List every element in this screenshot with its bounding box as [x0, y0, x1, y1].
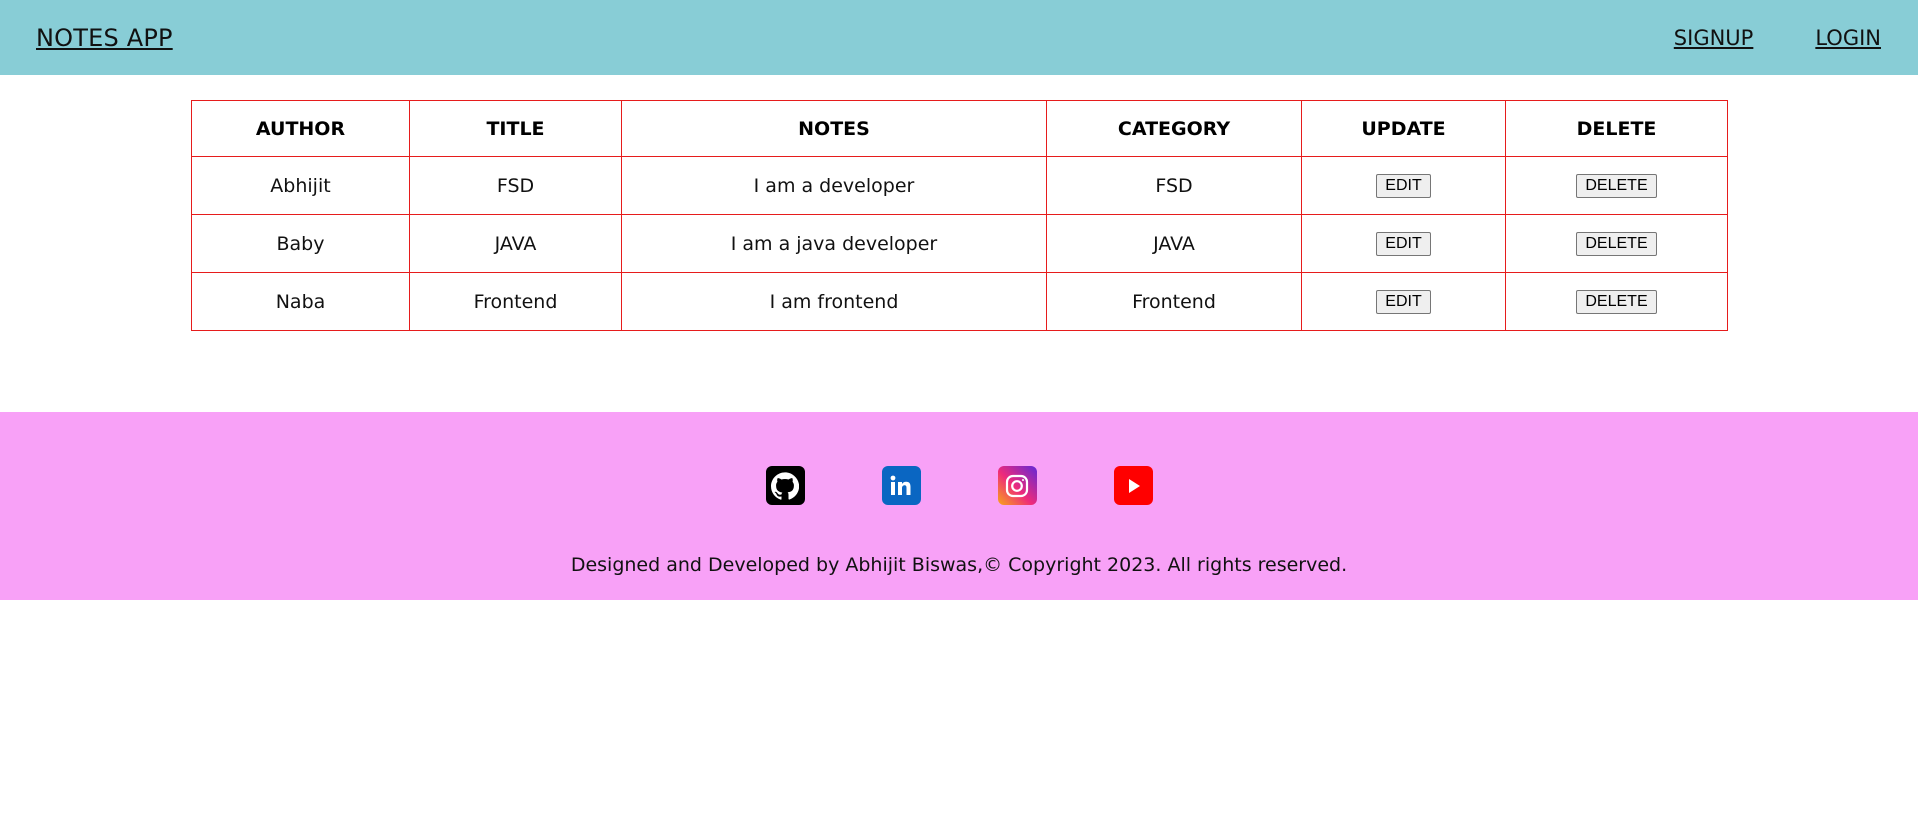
brand-link[interactable]: NOTES APP — [36, 24, 173, 52]
delete-button[interactable]: DELETE — [1576, 290, 1657, 314]
cell-category: JAVA — [1046, 214, 1302, 273]
cell-title: Frontend — [409, 272, 622, 331]
table-row: Baby JAVA I am a java developer JAVA EDI… — [191, 214, 1728, 273]
cell-update: EDIT — [1301, 272, 1506, 331]
cell-delete: DELETE — [1505, 272, 1728, 331]
cell-author: Baby — [191, 214, 410, 273]
delete-button[interactable]: DELETE — [1576, 232, 1657, 256]
cell-title: FSD — [409, 156, 622, 215]
signup-link[interactable]: SIGNUP — [1674, 26, 1754, 50]
social-links — [765, 466, 1153, 505]
cell-delete: DELETE — [1505, 156, 1728, 215]
github-icon[interactable] — [765, 466, 805, 505]
notes-table-container: AUTHOR TITLE NOTES CATEGORY UPDATE DELET… — [191, 100, 1728, 390]
table-row: Abhijit FSD I am a developer FSD EDIT DE… — [191, 156, 1728, 215]
cell-update: EDIT — [1301, 156, 1506, 215]
footer: Designed and Developed by Abhijit Biswas… — [0, 412, 1918, 600]
cell-notes: I am a developer — [621, 156, 1047, 215]
table-row: Naba Frontend I am frontend Frontend EDI… — [191, 272, 1728, 331]
column-header-category: CATEGORY — [1046, 100, 1302, 157]
edit-button[interactable]: EDIT — [1376, 290, 1431, 314]
table-header-row: AUTHOR TITLE NOTES CATEGORY UPDATE DELET… — [191, 100, 1728, 157]
cell-notes: I am a java developer — [621, 214, 1047, 273]
column-header-delete: DELETE — [1505, 100, 1728, 157]
instagram-icon[interactable] — [997, 466, 1037, 505]
copyright-text: Designed and Developed by Abhijit Biswas… — [570, 554, 1348, 576]
column-header-title: TITLE — [409, 100, 622, 157]
nav-links: SIGNUP LOGIN — [1674, 26, 1881, 50]
cell-author: Naba — [191, 272, 410, 331]
edit-button[interactable]: EDIT — [1376, 232, 1431, 256]
edit-button[interactable]: EDIT — [1376, 174, 1431, 198]
navbar: NOTES APP SIGNUP LOGIN — [0, 0, 1918, 75]
cell-delete: DELETE — [1505, 214, 1728, 273]
delete-button[interactable]: DELETE — [1576, 174, 1657, 198]
cell-title: JAVA — [409, 214, 622, 273]
column-header-update: UPDATE — [1301, 100, 1506, 157]
cell-author: Abhijit — [191, 156, 410, 215]
cell-notes: I am frontend — [621, 272, 1047, 331]
login-link[interactable]: LOGIN — [1815, 26, 1881, 50]
cell-category: FSD — [1046, 156, 1302, 215]
notes-table: AUTHOR TITLE NOTES CATEGORY UPDATE DELET… — [191, 100, 1728, 331]
column-header-notes: NOTES — [621, 100, 1047, 157]
cell-category: Frontend — [1046, 272, 1302, 331]
linkedin-icon[interactable] — [881, 466, 921, 505]
cell-update: EDIT — [1301, 214, 1506, 273]
youtube-icon[interactable] — [1113, 466, 1153, 505]
column-header-author: AUTHOR — [191, 100, 410, 157]
